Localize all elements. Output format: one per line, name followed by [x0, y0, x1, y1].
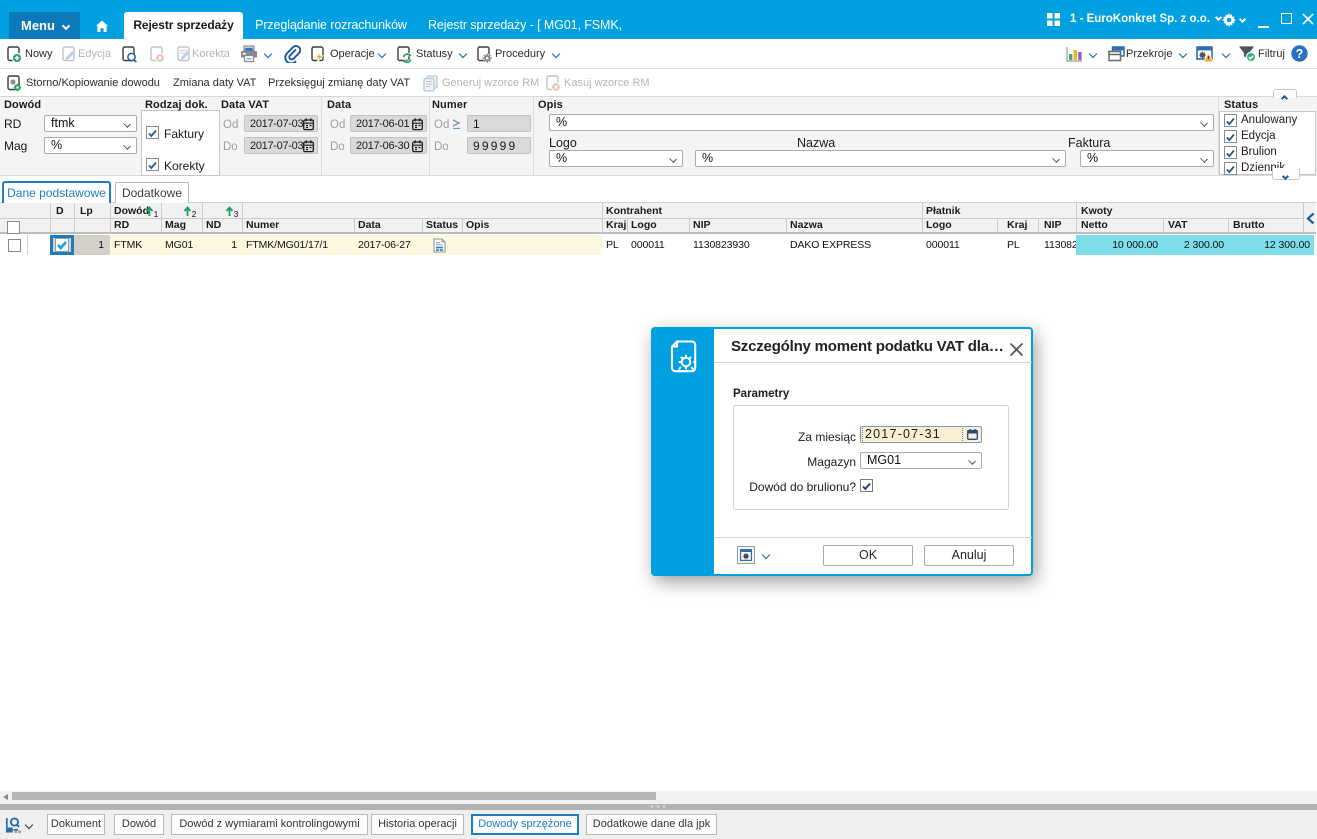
svg-text:?: ?: [1296, 47, 1304, 61]
svg-text:1: 1: [154, 209, 158, 217]
svg-text:2: 2: [192, 209, 196, 217]
svg-text:3: 3: [234, 209, 238, 217]
